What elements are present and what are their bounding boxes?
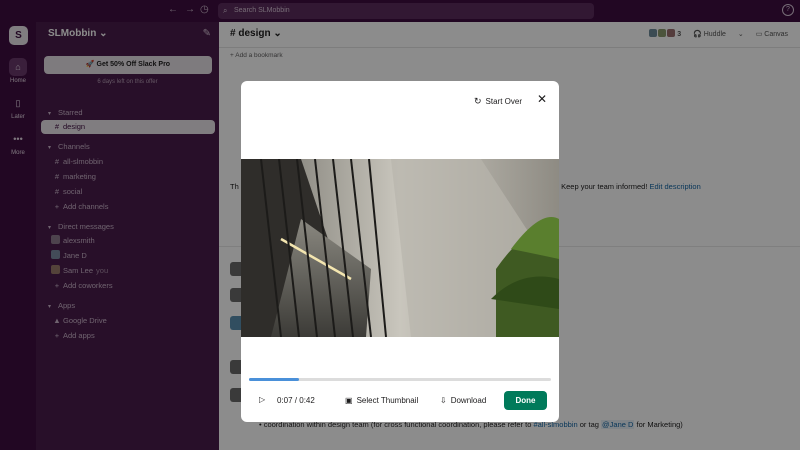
done-button[interactable]: Done [504,391,547,410]
video-frame[interactable] [241,159,559,337]
select-thumbnail-label: Select Thumbnail [356,396,419,405]
refresh-icon: ↻ [474,96,482,106]
video-preview-modal: ↻ Start Over ✕ ▷ 0:07 / 0:42 ▣ Select Th… [241,81,559,422]
close-icon[interactable]: ✕ [537,93,547,105]
download-label: Download [450,396,487,405]
scrubber-progress [249,378,300,381]
video-scrubber[interactable] [249,378,551,381]
video-controls: ▷ 0:07 / 0:42 ▣ Select Thumbnail ⇩ Downloa… [241,390,559,410]
video-time: 0:07 / 0:42 [277,396,315,405]
start-over-label: Start Over [485,97,522,106]
play-icon[interactable]: ▷ [259,395,265,404]
image-icon: ▣ [345,396,353,405]
download-icon: ⇩ [440,396,447,405]
start-over-button[interactable]: ↻ Start Over [474,96,522,107]
select-thumbnail-button[interactable]: ▣ Select Thumbnail [345,396,418,405]
download-button[interactable]: ⇩ Download [440,396,486,405]
